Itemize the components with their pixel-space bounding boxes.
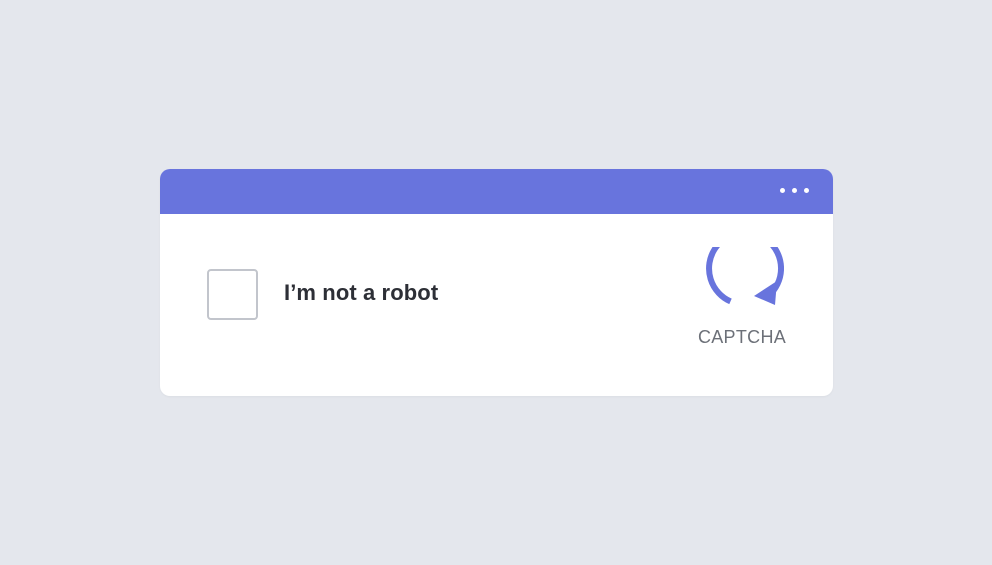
dot xyxy=(780,188,785,193)
refresh-arrow-icon xyxy=(706,247,784,305)
captcha-widget: I’m not a robot CAPTCHA xyxy=(160,169,833,396)
not-robot-label: I’m not a robot xyxy=(284,280,439,305)
widget-header xyxy=(160,169,833,214)
captcha-brand-label: CAPTCHA xyxy=(697,327,787,347)
not-robot-checkbox[interactable] xyxy=(207,269,258,320)
dot xyxy=(792,188,797,193)
dot xyxy=(804,188,809,193)
more-options-icon[interactable] xyxy=(780,188,809,194)
